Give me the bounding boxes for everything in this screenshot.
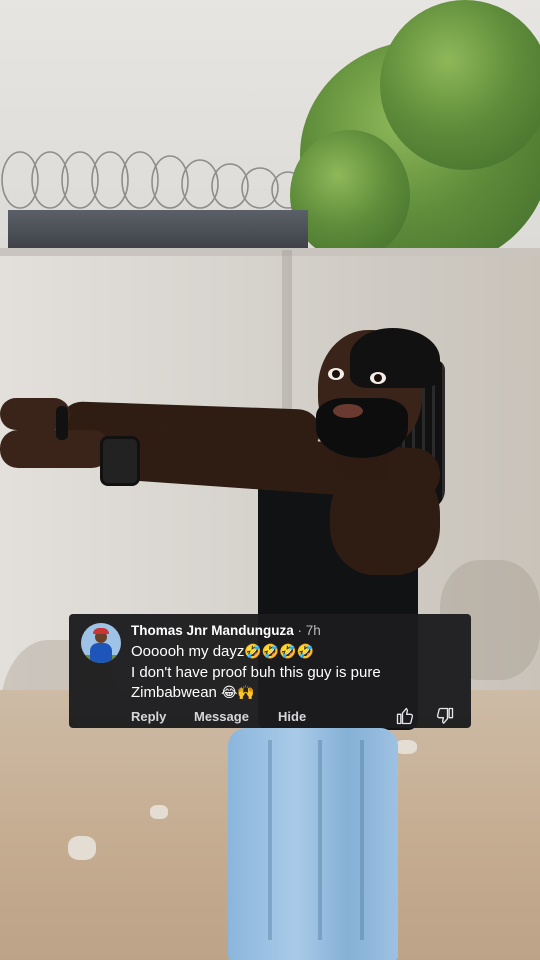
comment-text: Oooooh my dayz🤣🤣🤣🤣 I don't have proof bu… [131,642,451,704]
thumbs-down-icon[interactable] [435,706,455,726]
hand [0,430,110,468]
comment-separator: · [293,623,306,638]
trouser-fold [318,740,322,940]
stone [395,740,417,754]
user-avatar[interactable] [81,623,121,663]
emoji-pair: 😂🙌 [221,685,255,701]
trouser-fold [360,740,364,940]
trousers [228,728,398,960]
stone [68,836,96,860]
comment-line: Zimbabwean 😂🙌 [131,684,255,701]
laughing-emoji: 🤣🤣🤣🤣 [244,644,315,660]
comment-username[interactable]: Thomas Jnr Mandunguza [131,623,294,638]
video-frame[interactable] [0,0,540,960]
razor-wire [1,151,305,209]
message-button[interactable]: Message [194,709,249,724]
trouser-fold [268,740,272,940]
comment-overlay: Thomas Jnr Mandunguza · 7h Oooooh my day… [69,614,471,728]
wristwatch [100,436,140,486]
wristband [56,406,68,440]
stone [150,805,168,819]
comment-header: Thomas Jnr Mandunguza · 7h [131,623,321,638]
tree [380,0,540,170]
reply-button[interactable]: Reply [131,709,166,724]
thumbs-up-icon[interactable] [395,706,415,726]
roof [8,210,308,252]
eye [328,368,344,380]
hide-button[interactable]: Hide [278,709,306,724]
comment-line: I don't have proof buh this guy is pure [131,663,381,681]
hair [350,328,440,388]
comment-line: Oooooh my dayz🤣🤣🤣🤣 [131,643,315,660]
beard [316,398,408,458]
eye [370,372,386,384]
tree [290,130,410,260]
comment-time: 7h [305,623,321,638]
mouth [333,404,363,418]
